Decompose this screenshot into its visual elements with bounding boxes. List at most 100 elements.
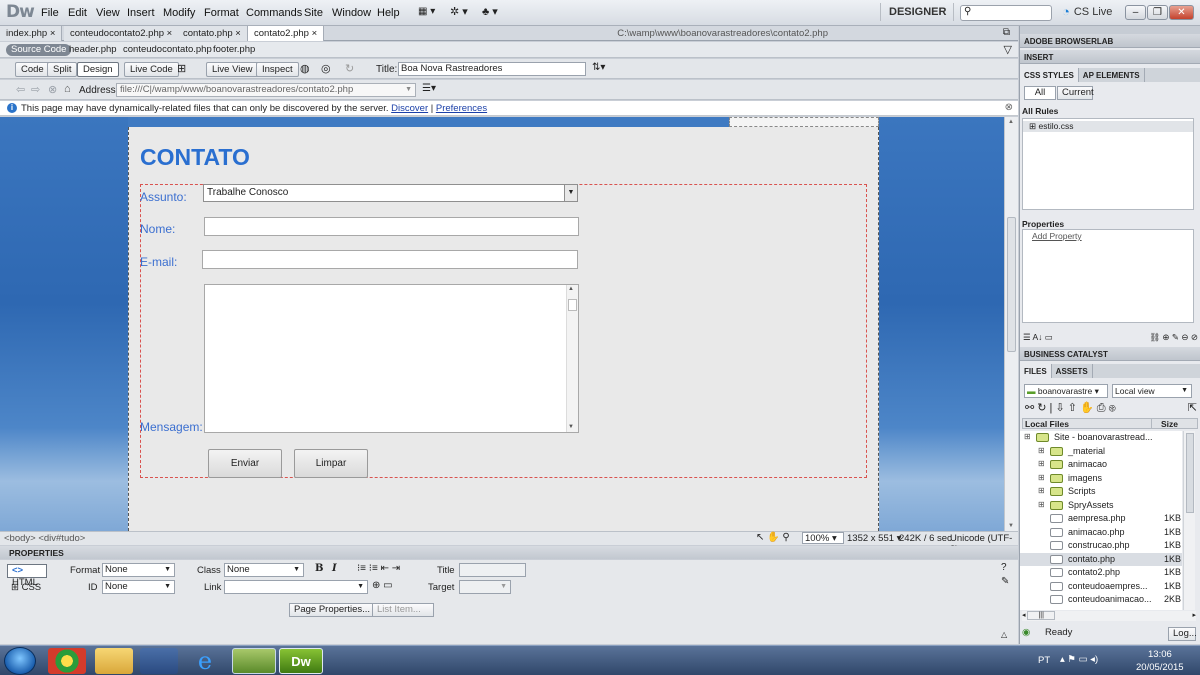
scroll-down-icon[interactable]: ▼ <box>1008 523 1014 529</box>
language-indicator[interactable]: PT <box>1038 655 1050 666</box>
site-select[interactable]: ▬ boanovarastre ▾ <box>1024 384 1108 398</box>
business-catalyst-header[interactable]: BUSINESS CATALYST <box>1020 347 1200 361</box>
expand-icon[interactable]: ⊞ <box>1038 459 1045 468</box>
chrome-icon[interactable] <box>48 648 86 674</box>
file-tree-item[interactable]: ⊞ Scripts <box>1020 485 1182 499</box>
dreamweaver-task-icon[interactable]: Dw <box>279 648 323 674</box>
menu-site[interactable]: Site <box>304 7 323 19</box>
window-size[interactable]: 1352 x 551 ▾ <box>847 533 901 544</box>
scroll-thumb[interactable] <box>568 299 577 311</box>
files-scrollbar[interactable] <box>1183 431 1195 610</box>
back-icon[interactable]: ⇦ <box>16 83 25 96</box>
point-to-file-icon[interactable]: ⊕ ▭ <box>372 580 393 591</box>
close-icon[interactable]: × <box>167 28 173 39</box>
tab-ap-elements[interactable]: AP ELEMENTS <box>1079 68 1145 82</box>
send-button[interactable]: Enviar <box>208 449 282 478</box>
file-tree-item[interactable]: ⊞ imagens <box>1020 472 1182 486</box>
related-file-conteudocontato[interactable]: conteudocontato.php <box>123 44 212 55</box>
scroll-thumb[interactable] <box>1186 433 1194 513</box>
check-browser-icon[interactable]: ⊞ <box>177 62 186 75</box>
related-file-footer[interactable]: footer.php <box>213 44 255 55</box>
close-button[interactable]: ✕ <box>1169 5 1194 20</box>
explorer-icon[interactable] <box>95 648 133 674</box>
home-icon[interactable]: ⌂ <box>64 83 71 95</box>
rule-item[interactable]: ⊞ estilo.css <box>1023 121 1193 132</box>
tab-assets[interactable]: ASSETS <box>1052 364 1093 378</box>
minimize-button[interactable]: – <box>1125 5 1146 20</box>
name-input[interactable] <box>204 217 579 236</box>
cs-live-button[interactable]: ◔ CS Live <box>1062 4 1112 19</box>
file-tree-item[interactable]: ⊞ Site - boanovarastread... <box>1020 431 1182 445</box>
clock-time[interactable]: 13:06 <box>1148 649 1172 660</box>
clock-date[interactable]: 20/05/2015 <box>1136 662 1184 673</box>
expand-icon[interactable]: ⊞ <box>1038 473 1045 482</box>
expand-icon[interactable]: ⊞ <box>1024 432 1031 441</box>
expand-icon[interactable]: ⊞ <box>1038 446 1045 455</box>
files-hscrollbar[interactable]: ◂ ||| ▸ <box>1022 611 1196 621</box>
expand-icon[interactable]: △ <box>1001 630 1007 639</box>
address-input[interactable]: file:///C|/wamp/www/boanovarastreadores/… <box>116 83 416 97</box>
file-tree-item[interactable]: contato2.php 1KB <box>1020 566 1182 580</box>
subject-select[interactable]: Trabalhe Conosco ▼ <box>203 184 578 202</box>
design-scrollbar[interactable]: ▲ ▼ <box>1004 117 1018 531</box>
link-input[interactable]: ▼ <box>224 580 368 594</box>
close-icon[interactable]: × <box>312 28 318 39</box>
app-icon[interactable] <box>232 648 276 674</box>
file-tree-item[interactable]: construcao.php 1KB <box>1020 539 1182 553</box>
menu-commands[interactable]: Commands <box>246 7 302 19</box>
size-column[interactable]: Size <box>1151 419 1178 429</box>
list-item-button[interactable]: List Item... <box>372 603 434 617</box>
internet-explorer-icon[interactable]: e <box>186 648 224 674</box>
scroll-up-icon[interactable]: ▲ <box>1008 119 1014 125</box>
message-textarea[interactable]: ▲ ▼ <box>204 284 579 433</box>
expand-panel-icon[interactable]: ⇱ <box>1188 401 1197 414</box>
scroll-right-icon[interactable]: ▸ <box>1192 611 1196 619</box>
chevron-down-icon[interactable]: ▼ <box>564 185 577 201</box>
file-tree-item[interactable]: conteudoaempres... 1KB <box>1020 580 1182 594</box>
workspace-switcher[interactable]: DESIGNER ▾ <box>880 3 954 36</box>
close-icon[interactable]: ⊗ <box>1005 102 1013 113</box>
inspect-button[interactable]: Inspect <box>256 62 299 77</box>
zoom-select[interactable]: 100% ▾ <box>802 532 844 544</box>
split-view-button[interactable]: Split <box>47 62 78 77</box>
clear-button[interactable]: Limpar <box>294 449 368 478</box>
extend-gear-icon[interactable]: ✲ ▾ <box>450 5 468 18</box>
format-select[interactable]: None ▼ <box>102 563 175 577</box>
filter-icon[interactable]: ▽ <box>1004 43 1012 56</box>
close-icon[interactable]: × <box>50 28 56 39</box>
tab-css-styles[interactable]: CSS STYLES <box>1020 68 1079 82</box>
menu-file[interactable]: File <box>41 7 59 19</box>
files-toolbar[interactable]: ⚯ ↻ | ⇩ ⇧ ✋ ⎙ ⊛ ⇱ <box>1025 401 1197 415</box>
visual-aids-icon[interactable]: ◎ <box>321 62 331 75</box>
scroll-down-icon[interactable]: ▼ <box>568 424 574 430</box>
help-icon[interactable]: ? <box>1001 562 1007 573</box>
forward-icon[interactable]: ⇨ <box>31 83 40 96</box>
browserlab-panel-header[interactable]: ADOBE BROWSERLAB <box>1020 34 1200 48</box>
css-mode-button[interactable]: ⊞ CSS <box>7 582 47 596</box>
menu-modify[interactable]: Modify <box>163 7 195 19</box>
id-select[interactable]: None ▼ <box>102 580 175 594</box>
view-select[interactable]: Local view ▼ <box>1112 384 1192 398</box>
panel-collapse-bar[interactable] <box>1020 26 1200 34</box>
menu-view[interactable]: View <box>96 7 120 19</box>
related-file-header[interactable]: header.php <box>69 44 117 55</box>
file-tree-item[interactable]: ⊞ SpryAssets <box>1020 499 1182 513</box>
live-view-button[interactable]: Live View <box>206 62 259 77</box>
stop-icon[interactable]: ⊗ <box>48 83 57 96</box>
local-files-column[interactable]: Local Files <box>1025 419 1069 429</box>
tab-contato2[interactable]: contato2.php × <box>248 26 325 41</box>
preferences-link[interactable]: Preferences <box>436 103 487 114</box>
restore-doc-icon[interactable]: ⧉ <box>1003 27 1010 38</box>
start-button[interactable] <box>4 647 36 675</box>
title-prop-input[interactable] <box>459 563 526 577</box>
tab-conteudocontato2[interactable]: conteudocontato2.php × <box>64 26 180 41</box>
discover-link[interactable]: Discover <box>391 103 428 114</box>
menu-help[interactable]: Help <box>377 7 400 19</box>
all-button[interactable]: All <box>1024 86 1056 100</box>
class-select[interactable]: None ▼ <box>224 563 304 577</box>
layout-icon[interactable]: ▦ ▾ <box>418 6 435 17</box>
list-icons[interactable]: ⁝≡ ⁝≡ ⇤ ⇥ <box>357 563 400 574</box>
tab-index[interactable]: index.php × <box>0 26 63 41</box>
css-actions-icons[interactable]: ⛓ ⊕ ✎ ⊖ ⊘ <box>1149 332 1198 343</box>
media-player-icon[interactable] <box>140 648 178 674</box>
